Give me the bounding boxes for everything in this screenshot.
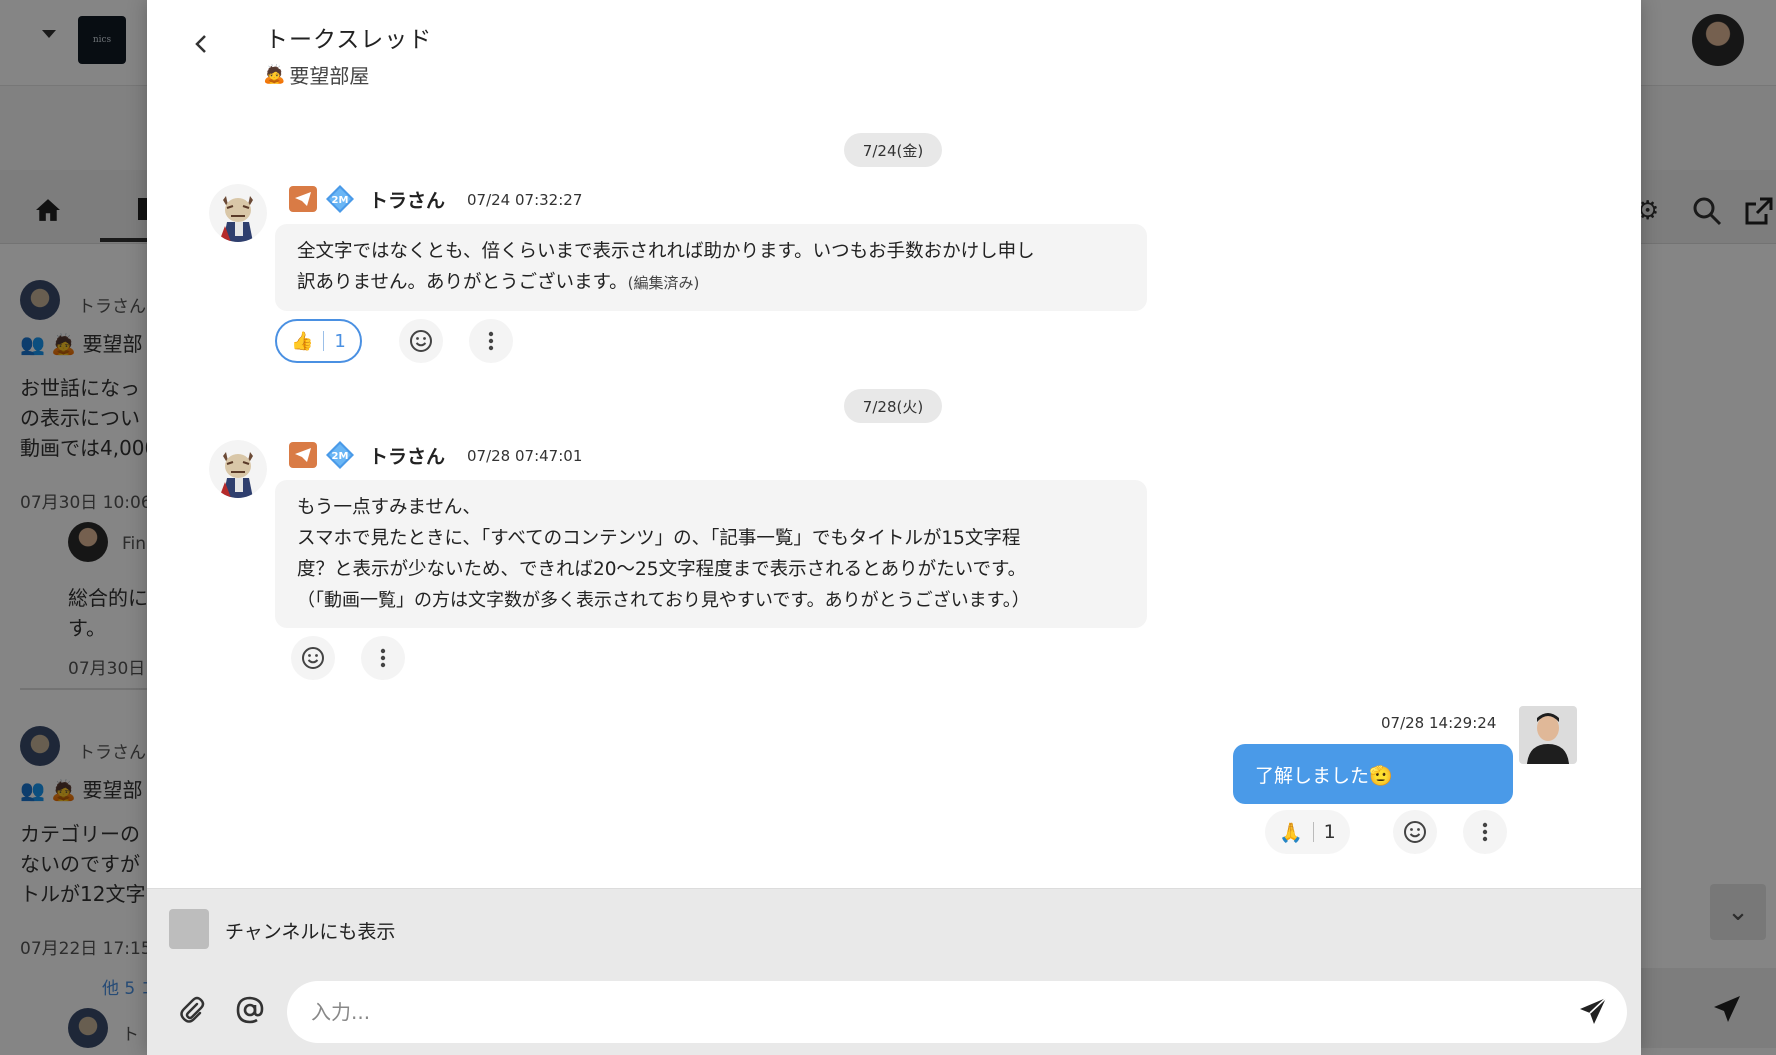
message-timestamp: 07/24 07:32:27 (467, 191, 583, 209)
avatar[interactable] (209, 440, 267, 498)
show-in-channel-checkbox[interactable] (169, 909, 209, 949)
reaction-count: 1 (1323, 821, 1336, 843)
my-message-bubble: 了解しました🫡 (1233, 744, 1513, 804)
telegram-badge-icon (289, 442, 317, 468)
avatar[interactable] (209, 184, 267, 242)
chevron-left-icon (195, 35, 206, 53)
svg-text:2M: 2M (332, 195, 349, 206)
reaction-count: 1 (334, 330, 346, 352)
message-text: もう一点すみません、 (297, 497, 481, 518)
at-sign-icon (236, 996, 264, 1024)
message-author[interactable]: トラさん (369, 442, 445, 469)
date-separator: 7/24(金) (844, 133, 942, 167)
membership-badge-icon: 2M (326, 185, 354, 213)
paperclip-icon (180, 996, 205, 1023)
message-author[interactable]: トラさん (369, 186, 445, 213)
smiley-icon (1404, 821, 1426, 843)
kebab-menu-icon (380, 648, 386, 668)
kebab-menu-icon (488, 331, 494, 351)
message-input[interactable] (287, 981, 1627, 1043)
divider (323, 331, 325, 351)
message-text: スマホで見たときに、「すべてのコンテンツ」の、「記事一覧」でもタイトルが15文字… (297, 528, 1021, 549)
checkbox-label: チャンネルにも表示 (225, 921, 396, 943)
reaction-chip[interactable]: 👍 1 (275, 319, 362, 363)
telegram-badge-icon (289, 186, 317, 212)
message-text: （「動画一覧」の方は文字数が多く表示されており見やすいです。ありがとうございます… (297, 590, 1030, 611)
channel-emoji-icon: 🙇 (263, 64, 286, 85)
send-button[interactable] (1575, 993, 1611, 1029)
message-bubble: もう一点すみません、 スマホで見たときに、「すべてのコンテンツ」の、「記事一覧」… (275, 480, 1147, 628)
thread-modal: トークスレッド 🙇 要望部屋 7/24(金) 2M トラさん 07/24 07:… (147, 0, 1641, 1055)
avatar[interactable] (1519, 706, 1577, 764)
send-icon (1580, 997, 1607, 1024)
message-timestamp: 07/28 14:29:24 (1381, 714, 1497, 732)
mention-button[interactable] (233, 993, 267, 1027)
more-options-button[interactable] (469, 319, 513, 363)
reaction-chip[interactable]: 🙏 1 (1265, 810, 1350, 854)
more-options-button[interactable] (361, 636, 405, 680)
more-options-button[interactable] (1463, 810, 1507, 854)
add-reaction-button[interactable] (1393, 810, 1437, 854)
channel-name: 要望部屋 (289, 64, 370, 88)
message-text: 訳ありません。ありがとうございます。 (297, 272, 628, 293)
praying-hands-icon: 🙏 (1279, 821, 1303, 844)
message-timestamp: 07/28 07:47:01 (467, 447, 583, 465)
smiley-icon (410, 330, 432, 352)
add-reaction-button[interactable] (291, 636, 335, 680)
add-reaction-button[interactable] (399, 319, 443, 363)
membership-badge-icon: 2M (326, 441, 354, 469)
page-title: トークスレッド (265, 27, 433, 53)
kebab-menu-icon (1482, 822, 1488, 842)
thumbs-up-icon: 👍 (291, 330, 314, 352)
date-separator: 7/28(火) (844, 389, 942, 423)
message-composer: チャンネルにも表示 (147, 888, 1641, 1055)
message-text: 全文字ではなくとも、倍くらいまで表示されれば助かります。いつもお手数おかけし申し (297, 241, 1035, 262)
message-bubble: 全文字ではなくとも、倍くらいまで表示されれば助かります。いつもお手数おかけし申し… (275, 224, 1147, 311)
message-text: 度？と表示が少ないため、できれば20〜25文字程度まで表示されるとありがたいです… (297, 559, 1027, 580)
svg-text:2M: 2M (332, 451, 349, 462)
edited-label: (編集済み) (627, 274, 700, 292)
smiley-icon (302, 647, 324, 669)
divider (1312, 822, 1314, 842)
back-button[interactable] (183, 26, 219, 62)
channel-link[interactable]: 🙇 要望部屋 (263, 60, 369, 89)
attach-button[interactable] (175, 993, 209, 1027)
